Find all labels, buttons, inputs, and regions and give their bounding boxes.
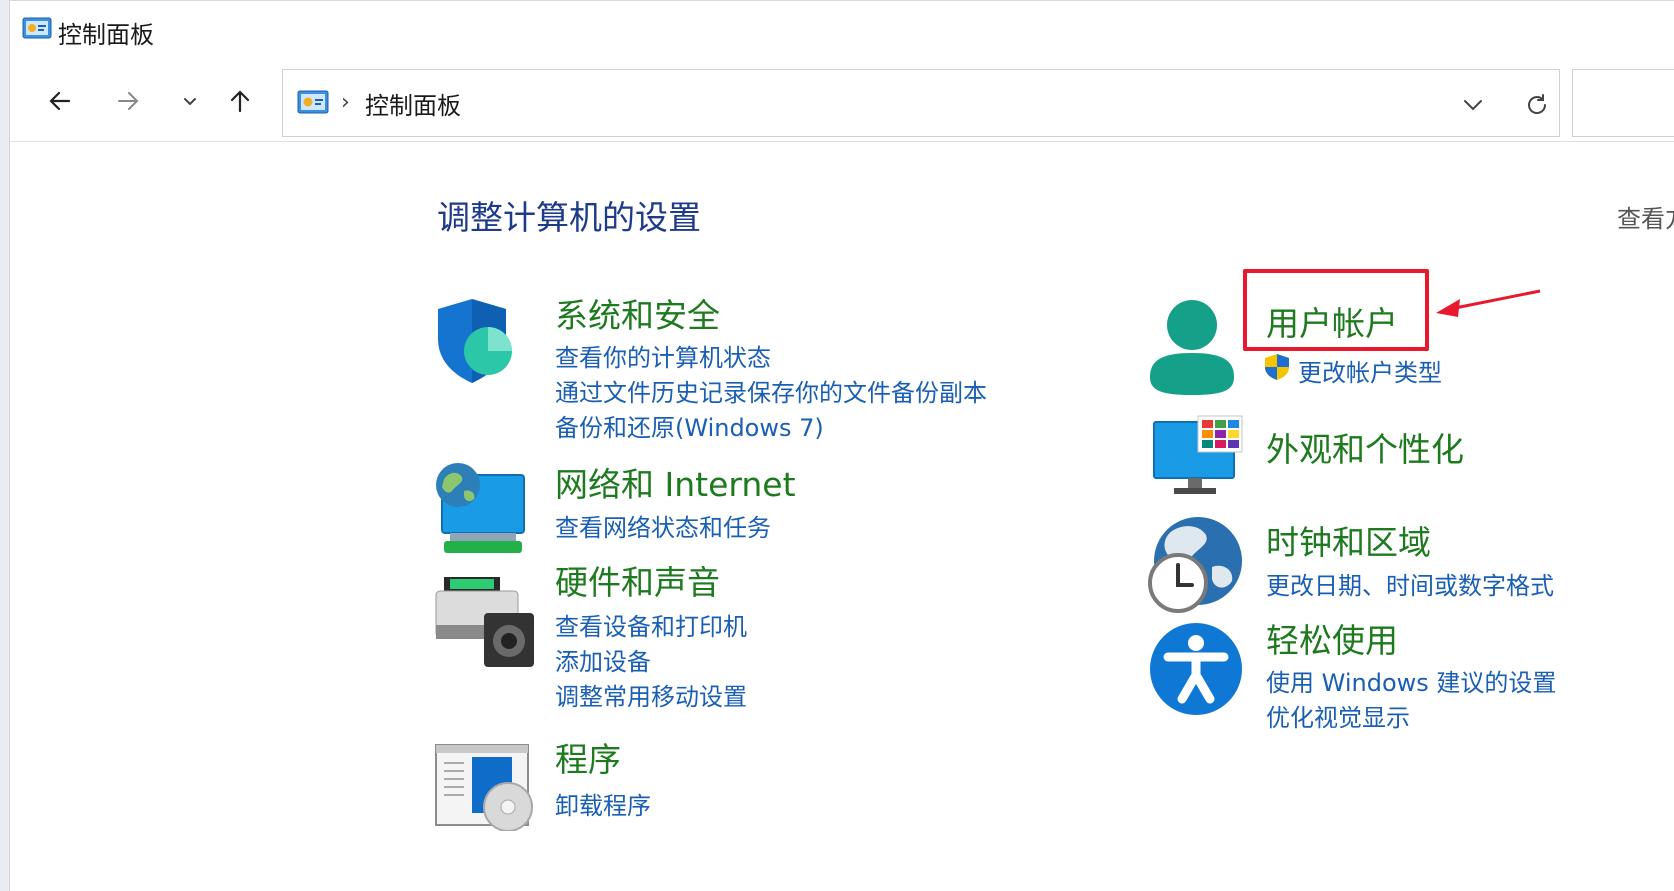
shield-icon[interactable] <box>434 295 518 385</box>
search-input[interactable] <box>1572 69 1674 137</box>
arrow-left-icon <box>49 91 71 111</box>
chevron-down-icon <box>184 98 196 106</box>
arrow-up-icon <box>230 90 250 113</box>
category-programs[interactable]: 程序 <box>555 733 621 781</box>
category-system-security[interactable]: 系统和安全 <box>555 289 720 337</box>
control-panel-icon <box>22 17 52 39</box>
user-account-icon[interactable] <box>1146 297 1238 397</box>
forward-button[interactable] <box>108 81 148 121</box>
link-network-status[interactable]: 查看网络状态和任务 <box>555 508 771 543</box>
category-ease-of-access[interactable]: 轻松使用 <box>1266 614 1398 662</box>
programs-icon[interactable] <box>434 743 538 831</box>
page-title: 调整计算机的设置 <box>437 198 701 237</box>
navigation-bar: › 控制面板 <box>10 61 1674 142</box>
link-devices-printers[interactable]: 查看设备和打印机 <box>555 607 747 642</box>
link-mobility-settings[interactable]: 调整常用移动设置 <box>555 677 747 712</box>
category-hardware-sound[interactable]: 硬件和声音 <box>555 556 720 604</box>
arrow-right-icon <box>118 92 139 110</box>
category-appearance[interactable]: 外观和个性化 <box>1266 423 1464 471</box>
chevron-down-icon <box>1464 100 1482 111</box>
link-uninstall-program[interactable]: 卸载程序 <box>555 786 651 821</box>
address-bar[interactable]: › 控制面板 <box>282 69 1560 137</box>
accessibility-icon[interactable] <box>1148 621 1244 717</box>
recent-locations-button[interactable] <box>170 81 210 121</box>
refresh-icon <box>1528 94 1547 114</box>
refresh-button[interactable] <box>1520 88 1554 122</box>
printer-speaker-icon[interactable] <box>434 575 540 669</box>
appearance-icon[interactable] <box>1150 414 1246 496</box>
breadcrumb-item[interactable]: 控制面板 <box>365 86 461 121</box>
view-by-label[interactable]: 查看方 <box>1617 199 1674 234</box>
link-view-computer-status[interactable]: 查看你的计算机状态 <box>555 338 771 373</box>
link-change-account-type[interactable]: 更改帐户类型 <box>1298 353 1442 388</box>
up-button[interactable] <box>220 81 260 121</box>
control-panel-icon <box>297 90 329 114</box>
address-dropdown-button[interactable] <box>1458 90 1488 120</box>
category-network-internet[interactable]: 网络和 Internet <box>555 458 796 506</box>
uac-shield-icon <box>1265 354 1289 380</box>
back-button[interactable] <box>40 81 80 121</box>
red-arrow-icon <box>1436 289 1541 317</box>
title-bar: 控制面板 <box>10 1 1674 59</box>
link-optimize-visual-display[interactable]: 优化视觉显示 <box>1266 698 1410 733</box>
link-file-history-backup[interactable]: 通过文件历史记录保存你的文件备份副本 <box>555 373 987 408</box>
network-icon[interactable] <box>434 461 530 555</box>
control-panel-window: 控制面板 › 控制面板 调整计算机的设置 查看 系统和安全 查看你的计算机状态 … <box>10 0 1674 891</box>
category-user-accounts[interactable]: 用户帐户 <box>1266 297 1398 345</box>
link-change-date-time-format[interactable]: 更改日期、时间或数字格式 <box>1266 566 1554 601</box>
clock-globe-icon[interactable] <box>1146 515 1246 615</box>
window-left-edge <box>0 0 10 891</box>
window-title: 控制面板 <box>58 21 154 49</box>
link-add-device[interactable]: 添加设备 <box>555 642 651 677</box>
link-backup-restore[interactable]: 备份和还原(Windows 7) <box>555 408 824 443</box>
category-clock-region[interactable]: 时钟和区域 <box>1266 516 1431 564</box>
breadcrumb-chevron-icon[interactable]: › <box>341 90 350 115</box>
link-windows-recommended-settings[interactable]: 使用 Windows 建议的设置 <box>1266 663 1556 698</box>
